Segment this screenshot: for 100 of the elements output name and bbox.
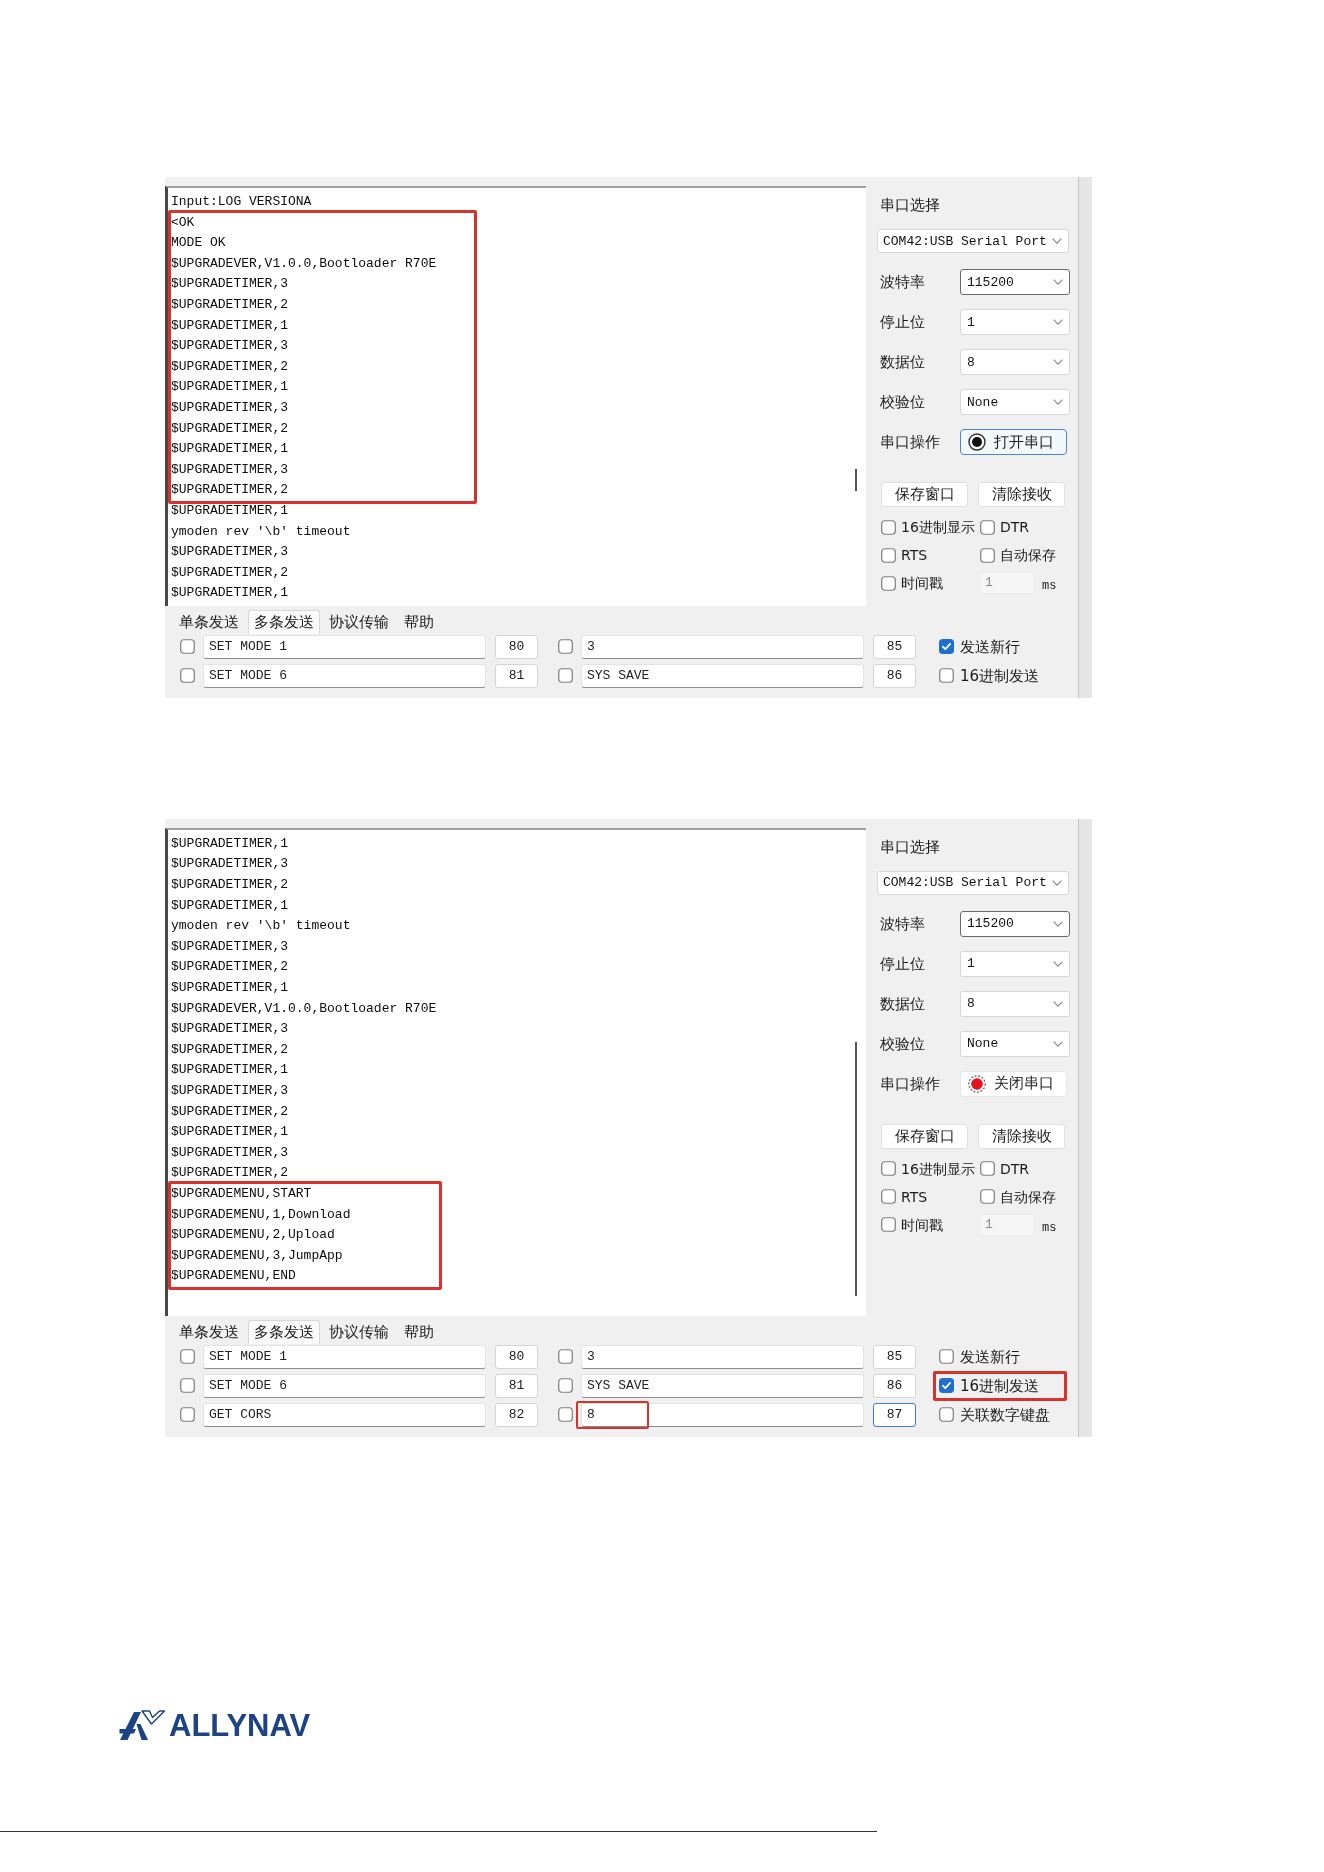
panel-button[interactable]: 保存窗口 [881, 1123, 968, 1149]
checkbox[interactable] [881, 1217, 896, 1233]
text-field[interactable]: SET MODE 1 [203, 634, 486, 659]
dropdown[interactable]: 1 [960, 950, 1070, 977]
log-line: $UPGRADETIMER,3 [171, 543, 289, 562]
logo-text: ALLYNAV [169, 1707, 311, 1743]
text-field[interactable]: 3 [581, 634, 864, 659]
checkbox[interactable] [558, 639, 573, 655]
scrollbar-thumb[interactable] [855, 1041, 857, 1296]
checkbox[interactable] [180, 1349, 195, 1365]
checkbox[interactable] [881, 547, 896, 563]
log-line: $UPGRADETIMER,3 [171, 337, 289, 356]
log-line: Input:LOG VERSIONA [171, 193, 312, 211]
setting-label: 停止位 [880, 953, 925, 974]
checkbox[interactable] [881, 1161, 896, 1177]
tab[interactable]: 多条发送 [248, 1319, 320, 1344]
number-button[interactable]: 82 [495, 1402, 538, 1427]
chevron-down-icon [1053, 359, 1063, 365]
checkbox[interactable] [980, 1189, 995, 1205]
checkbox[interactable] [980, 547, 995, 563]
unit-label: ms [1042, 579, 1057, 593]
log-line: MODE OK [171, 234, 226, 253]
dropdown[interactable]: None [960, 1030, 1070, 1057]
dropdown[interactable]: 115200 [960, 910, 1070, 937]
text-field[interactable]: SET MODE 6 [203, 1373, 486, 1398]
log-line: $UPGRADEMENU,1,Download [171, 1205, 351, 1224]
dropdown[interactable]: 8 [960, 349, 1070, 375]
checkbox[interactable] [558, 1407, 573, 1423]
dropdown[interactable]: None [960, 389, 1070, 415]
checkbox-label: 16进制发送 [960, 1376, 1040, 1395]
checkbox[interactable] [558, 1378, 573, 1394]
log-line: $UPGRADETIMER,1 [171, 979, 289, 998]
window-scrollbar[interactable] [1078, 177, 1092, 698]
checkbox[interactable] [939, 1407, 954, 1423]
port-toggle-button[interactable]: 打开串口 [960, 429, 1067, 455]
dropdown[interactable]: 1 [960, 309, 1070, 335]
text-field[interactable]: SYS SAVE [581, 663, 864, 688]
checkbox-label: 时间戳 [901, 1215, 943, 1234]
checkbox[interactable] [980, 1161, 995, 1177]
log-line: $UPGRADETIMER,1 [171, 896, 289, 915]
text-field[interactable]: GET CORS [203, 1402, 486, 1427]
checkbox[interactable] [939, 1349, 954, 1365]
tab[interactable]: 多条发送 [248, 609, 320, 634]
checkbox[interactable] [558, 1349, 573, 1365]
checkbox-label: 发送新行 [960, 1347, 1020, 1366]
tab[interactable]: 帮助 [398, 1319, 440, 1344]
setting-label: 波特率 [880, 272, 925, 292]
checkbox-label: RTS [901, 546, 928, 564]
log-line: $UPGRADETIMER,2 [171, 1102, 289, 1121]
text-field[interactable]: SET MODE 6 [203, 663, 486, 688]
tab[interactable]: 协议传输 [323, 1319, 395, 1344]
checkbox[interactable] [881, 519, 896, 535]
text-field[interactable]: 3 [581, 1344, 864, 1369]
number-button[interactable]: 80 [495, 1344, 538, 1369]
tab[interactable]: 单条发送 [173, 1319, 245, 1344]
checkbox[interactable] [980, 519, 995, 535]
checkbox[interactable] [939, 1378, 954, 1394]
dropdown[interactable]: COM42:USB Serial Port [877, 229, 1069, 253]
chevron-down-icon [1053, 399, 1063, 405]
checkbox[interactable] [939, 639, 954, 655]
checkbox[interactable] [180, 1407, 195, 1423]
tab[interactable]: 协议传输 [323, 609, 395, 634]
dropdown[interactable]: COM42:USB Serial Port [877, 870, 1069, 895]
panel-button[interactable]: 保存窗口 [881, 482, 968, 507]
log-line: $UPGRADETIMER,3 [171, 855, 289, 874]
number-button[interactable]: 81 [495, 663, 538, 688]
checkbox[interactable] [558, 668, 573, 684]
number-button[interactable]: 85 [873, 634, 916, 659]
scrollbar-thumb[interactable] [855, 469, 857, 491]
checkbox[interactable] [180, 639, 195, 655]
checkbox-label: 自动保存 [1000, 546, 1056, 564]
number-button[interactable]: 80 [495, 634, 538, 659]
log-line: $UPGRADETIMER,2 [171, 876, 289, 895]
number-button[interactable]: 86 [873, 1373, 916, 1398]
checkbox[interactable] [180, 1378, 195, 1394]
checkbox-label: RTS [901, 1187, 928, 1206]
panel-button[interactable]: 清除接收 [978, 1123, 1065, 1149]
number-button[interactable]: 86 [873, 663, 916, 688]
number-button[interactable]: 87 [873, 1402, 916, 1427]
checkbox[interactable] [180, 668, 195, 684]
text-field[interactable]: SET MODE 1 [203, 1344, 486, 1369]
tab[interactable]: 单条发送 [173, 609, 245, 634]
chevron-down-icon [1052, 238, 1062, 244]
port-toggle-button[interactable]: 关闭串口 [960, 1070, 1067, 1097]
log-line: $UPGRADETIMER,2 [171, 419, 289, 438]
text-field[interactable]: SYS SAVE [581, 1373, 864, 1398]
setting-label: 波特率 [880, 913, 925, 934]
checkbox[interactable] [881, 575, 896, 591]
dropdown[interactable]: 115200 [960, 269, 1070, 295]
tab[interactable]: 帮助 [398, 609, 440, 634]
number-button[interactable]: 81 [495, 1373, 538, 1398]
log-line: $UPGRADETIMER,1 [171, 1123, 289, 1142]
dropdown[interactable]: 8 [960, 990, 1070, 1017]
checkbox[interactable] [939, 668, 954, 684]
checkbox[interactable] [881, 1189, 896, 1205]
setting-label: 串口操作 [880, 1073, 940, 1094]
text-field[interactable]: 8 [581, 1402, 864, 1427]
panel-button[interactable]: 清除接收 [978, 482, 1065, 507]
number-button[interactable]: 85 [873, 1344, 916, 1369]
window-scrollbar[interactable] [1078, 818, 1092, 1437]
